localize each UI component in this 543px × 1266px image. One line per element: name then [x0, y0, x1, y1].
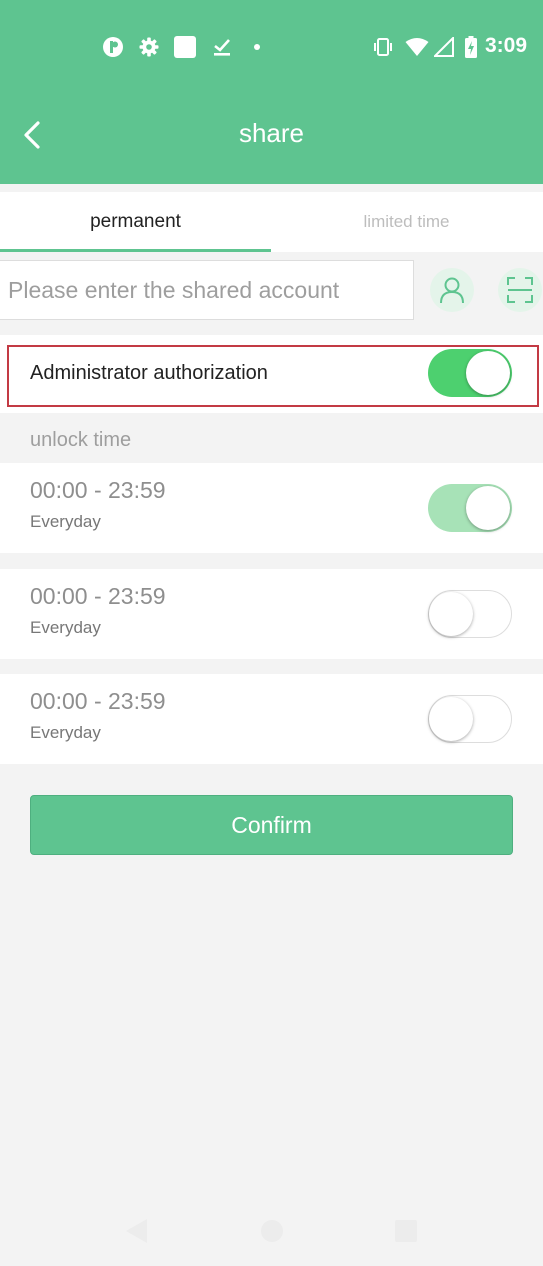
- vibrate-icon: [371, 36, 395, 58]
- time-slot-days: Everyday: [30, 618, 101, 637]
- dot-icon: [250, 36, 264, 58]
- nav-home-button[interactable]: [257, 1216, 287, 1246]
- contacts-button[interactable]: [430, 268, 474, 312]
- toggle-knob: [466, 486, 510, 530]
- toggle-knob: [429, 592, 473, 636]
- confirm-button[interactable]: Confirm: [30, 795, 513, 855]
- toggle-knob: [429, 697, 473, 741]
- system-nav-bar: [0, 1196, 543, 1266]
- tab-limited-time[interactable]: limited time: [271, 192, 542, 252]
- nav-recents-button[interactable]: [391, 1216, 421, 1246]
- tab-permanent[interactable]: permanent: [0, 192, 271, 252]
- settings-icon: [137, 36, 161, 58]
- time-slot-days: Everyday: [30, 512, 101, 531]
- time-slot-toggle[interactable]: [428, 484, 512, 532]
- square-app-icon: [173, 36, 197, 58]
- person-icon: [440, 277, 464, 304]
- wifi-icon: [404, 36, 430, 58]
- status-time: 3:09: [484, 34, 527, 57]
- header-bar: 3:09 share: [0, 0, 543, 184]
- home-circle-icon: [261, 1220, 283, 1242]
- page-title: share: [238, 118, 305, 148]
- back-triangle-icon: [126, 1219, 147, 1243]
- nav-back-button[interactable]: [121, 1216, 151, 1246]
- battery-charging-icon: [463, 36, 479, 58]
- download-done-icon: [210, 36, 234, 58]
- time-slot-range: 00:00 - 23:59: [30, 688, 166, 714]
- time-slot-toggle[interactable]: [428, 695, 512, 743]
- active-tab-indicator: [0, 249, 271, 252]
- admin-authorization-row: Administrator authorization: [0, 335, 543, 413]
- scan-icon: [507, 277, 533, 303]
- time-slot-row: 00:00 - 23:59 Everyday: [0, 674, 543, 764]
- time-slot-days: Everyday: [30, 723, 101, 742]
- time-slot-toggle[interactable]: [428, 590, 512, 638]
- account-row: [0, 260, 543, 320]
- shared-account-input[interactable]: [0, 260, 414, 320]
- recents-square-icon: [395, 1220, 417, 1242]
- time-slot-range: 00:00 - 23:59: [30, 583, 166, 609]
- toggle-knob: [466, 351, 510, 395]
- unlock-time-label: unlock time: [30, 429, 132, 451]
- time-slot-range: 00:00 - 23:59: [30, 477, 166, 503]
- share-type-tabs: permanent limited time: [0, 192, 543, 252]
- cellular-signal-icon: [433, 36, 455, 58]
- time-slot-row: 00:00 - 23:59 Everyday: [0, 463, 543, 553]
- scan-button[interactable]: [498, 268, 542, 312]
- admin-authorization-label: Administrator authorization: [30, 362, 268, 384]
- app-notification-icon: [101, 36, 125, 58]
- status-bar: 3:09: [0, 0, 543, 95]
- time-slot-row: 00:00 - 23:59 Everyday: [0, 569, 543, 659]
- admin-authorization-toggle[interactable]: [428, 349, 512, 397]
